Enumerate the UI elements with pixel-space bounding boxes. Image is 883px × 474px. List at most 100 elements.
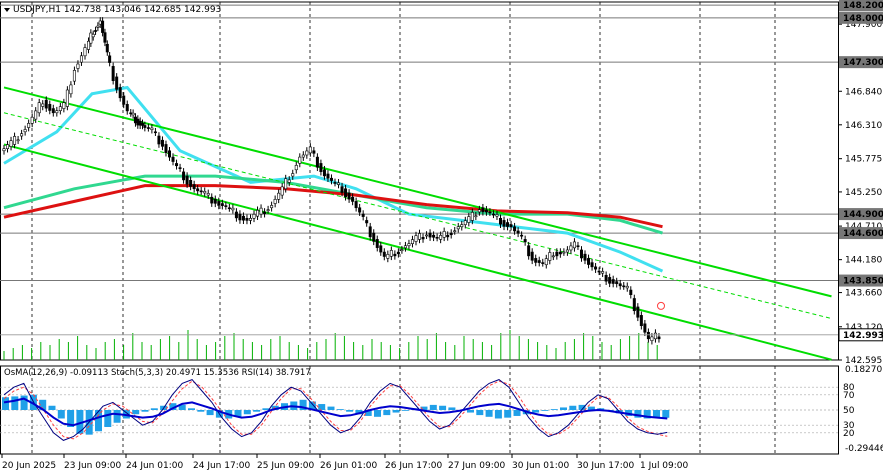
candle-body[interactable] [141, 123, 145, 126]
candle-body[interactable] [337, 182, 341, 185]
candle-body[interactable] [562, 251, 566, 254]
candle-body[interactable] [534, 258, 538, 263]
candle-body[interactable] [178, 167, 182, 169]
candle-body[interactable] [407, 243, 411, 247]
candle-body[interactable] [329, 177, 333, 181]
candle-body[interactable] [590, 262, 594, 268]
candle-body[interactable] [576, 245, 580, 248]
candle-body[interactable] [270, 205, 274, 209]
candle-body[interactable] [51, 108, 55, 114]
candle-body[interactable] [248, 217, 252, 221]
candle-body[interactable] [403, 245, 407, 249]
candle-body[interactable] [196, 188, 200, 192]
trading-chart[interactable]: 0.182701-0.2944658070503020 148.200147.9… [0, 0, 883, 474]
candle-body[interactable] [506, 222, 510, 227]
candle-body[interactable] [442, 231, 446, 238]
candle-body[interactable] [273, 199, 277, 204]
candle-body[interactable] [150, 127, 154, 130]
candle-body[interactable] [185, 175, 189, 185]
candle-body[interactable] [558, 251, 562, 255]
candle-body[interactable] [259, 207, 263, 215]
candle-body[interactable] [277, 192, 281, 200]
candle-body[interactable] [245, 217, 249, 221]
candle-body[interactable] [153, 131, 157, 134]
candle-body[interactable] [312, 150, 316, 154]
candle-body[interactable] [13, 136, 17, 145]
candle-body[interactable] [87, 40, 91, 50]
candle-body[interactable] [319, 163, 323, 172]
candle-body[interactable] [361, 213, 365, 217]
candle-body[interactable] [252, 213, 256, 219]
candle-body[interactable] [432, 234, 436, 238]
candle-body[interactable] [354, 201, 358, 209]
candle-body[interactable] [9, 140, 13, 147]
candle-body[interactable] [203, 190, 207, 194]
candle-body[interactable] [456, 226, 460, 230]
candle-body[interactable] [143, 125, 147, 128]
candle-body[interactable] [382, 251, 386, 257]
candle-body[interactable] [625, 285, 629, 289]
candle-body[interactable] [263, 211, 267, 214]
candle-body[interactable] [168, 150, 172, 158]
candle-body[interactable] [115, 76, 119, 90]
candle-body[interactable] [41, 103, 45, 107]
candle-body[interactable] [460, 224, 464, 228]
candle-body[interactable] [224, 205, 228, 207]
candle-body[interactable] [396, 251, 400, 255]
candle-body[interactable] [213, 199, 217, 204]
candle-body[interactable] [111, 66, 115, 82]
candle-body[interactable] [125, 104, 129, 112]
candle-body[interactable] [118, 87, 122, 99]
candle-body[interactable] [541, 262, 545, 264]
candle-body[interactable] [425, 234, 429, 237]
candle-body[interactable] [611, 279, 615, 284]
candle-body[interactable] [27, 123, 31, 128]
candle-body[interactable] [495, 214, 499, 217]
candle-body[interactable] [175, 163, 179, 167]
chart-canvas[interactable]: 0.182701-0.2944658070503020 148.200147.9… [0, 0, 883, 474]
candle-body[interactable] [266, 209, 270, 211]
candle-body[interactable] [439, 235, 443, 240]
candle-body[interactable] [131, 112, 135, 116]
candle-body[interactable] [206, 193, 210, 196]
candle-body[interactable] [375, 239, 379, 248]
candle-body[interactable] [182, 171, 186, 181]
candle-body[interactable] [322, 169, 326, 177]
candle-body[interactable] [618, 283, 622, 287]
candle-body[interactable] [101, 20, 105, 33]
candle-body[interactable] [315, 156, 319, 168]
candle-body[interactable] [122, 95, 126, 105]
candle-body[interactable] [650, 336, 654, 341]
candle-body[interactable] [287, 179, 291, 183]
candle-body[interactable] [48, 104, 52, 111]
candle-body[interactable] [2, 148, 6, 152]
candle-body[interactable] [463, 220, 467, 225]
candle-body[interactable] [639, 315, 643, 327]
candle-body[interactable] [69, 84, 73, 95]
candle-body[interactable] [347, 192, 351, 200]
candle-body[interactable] [62, 102, 66, 109]
candle-body[interactable] [653, 332, 657, 340]
candle-body[interactable] [20, 133, 24, 137]
candle-body[interactable] [238, 213, 242, 221]
candle-body[interactable] [305, 150, 309, 156]
candle-body[interactable] [231, 207, 235, 211]
candle-body[interactable] [597, 270, 601, 273]
candle-body[interactable] [37, 102, 41, 114]
candle-body[interactable] [358, 207, 362, 213]
candle-body[interactable] [488, 211, 492, 214]
candle-body[interactable] [555, 251, 559, 257]
candle-body[interactable] [636, 306, 640, 318]
candle-body[interactable] [372, 232, 376, 242]
candle-body[interactable] [280, 186, 284, 196]
candle-body[interactable] [477, 209, 481, 213]
candle-body[interactable] [55, 110, 59, 114]
candle-body[interactable] [467, 216, 471, 223]
candle-body[interactable] [484, 209, 488, 213]
candle-body[interactable] [435, 236, 439, 239]
candle-body[interactable] [414, 235, 418, 242]
candle-body[interactable] [421, 236, 425, 240]
candle-body[interactable] [498, 217, 502, 225]
candle-body[interactable] [217, 201, 221, 206]
candle-body[interactable] [256, 209, 260, 217]
